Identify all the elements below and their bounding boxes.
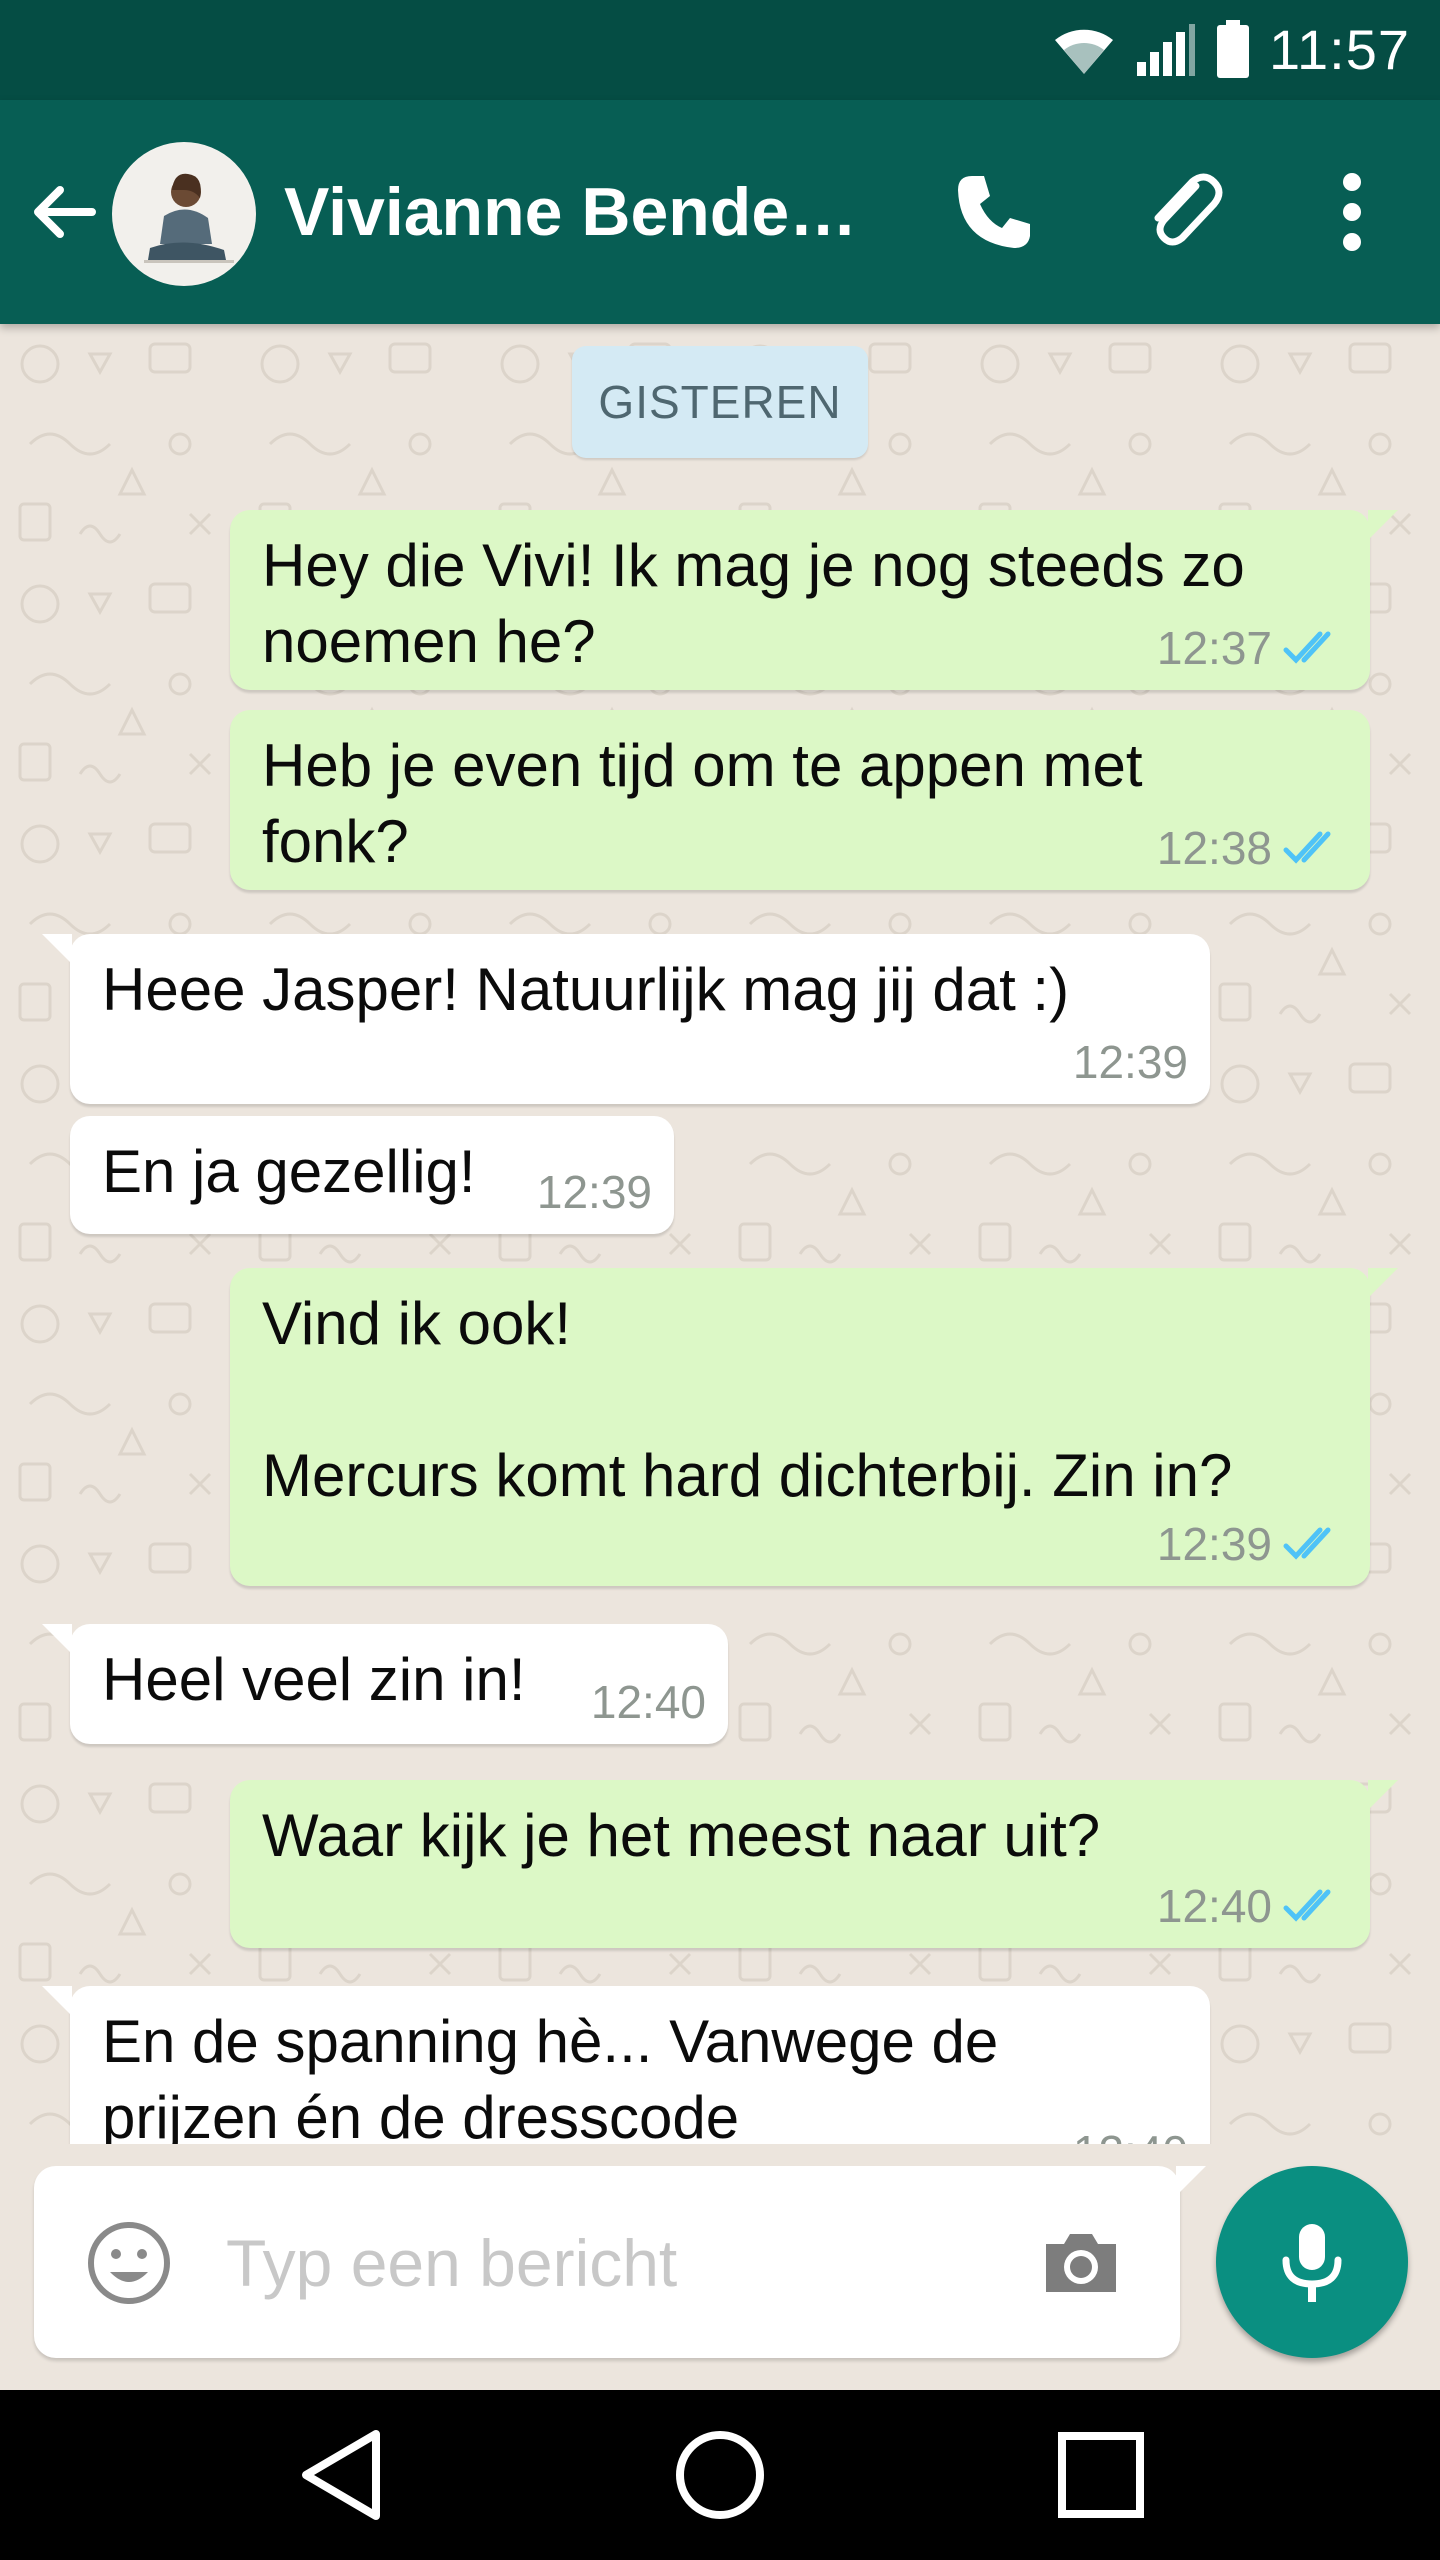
message-time: 12:38: [1156, 822, 1272, 874]
double-check-icon: [1283, 1527, 1331, 1560]
status-bar: 11:57: [0, 0, 1440, 100]
message-bubble-outgoing[interactable]: Waar kijk je het meest naar uit? 12:40: [230, 1780, 1398, 1948]
double-check-icon: [1283, 1889, 1331, 1922]
system-nav-bar: [0, 2390, 1440, 2560]
avatar[interactable]: [112, 142, 256, 286]
message-text: Vind ik ook! Mercurs komt hard dichterbi…: [262, 1290, 1233, 1509]
message-bubble-outgoing[interactable]: Hey die Vivi! Ik mag je nog steeds zo no…: [230, 510, 1398, 690]
message-time: 12:39: [1072, 1036, 1188, 1088]
camera-icon[interactable]: [1036, 2218, 1126, 2308]
battery-icon: [1217, 20, 1250, 78]
chat-header: Vivianne Bender...: [0, 100, 1440, 324]
message-bubble-incoming[interactable]: Heee Jasper! Natuurlijk mag jij dat :) 1…: [42, 934, 1210, 1104]
signal-icon: [1137, 24, 1196, 76]
message-bubble-incoming[interactable]: Heel veel zin in! 12:40: [42, 1624, 728, 1744]
message-input[interactable]: [224, 2212, 1008, 2314]
message-time: 12:37: [1156, 622, 1272, 674]
back-arrow-icon[interactable]: [24, 172, 104, 252]
home-circle-icon[interactable]: [665, 2420, 775, 2530]
message-text: Heee Jasper! Natuurlijk mag jij dat :): [102, 956, 1070, 1023]
message-time: 12:40: [1156, 1880, 1272, 1932]
contact-name[interactable]: Vivianne Bender...: [284, 170, 864, 254]
mic-button[interactable]: [1216, 2166, 1408, 2358]
composer-tail: [1176, 2166, 1206, 2196]
message-meta: 12:39: [537, 1164, 652, 1220]
message-composer: [34, 2166, 1206, 2358]
message-time: 12:39: [536, 1166, 652, 1218]
bubble-tail: [42, 1986, 72, 2016]
double-check-icon: [1283, 631, 1331, 664]
wifi-icon: [1055, 29, 1114, 75]
message-bubble-outgoing[interactable]: Heb je even tijd om te appen met fonk? 1…: [230, 710, 1370, 890]
chat-area[interactable]: GISTEREN Hey die Vivi! Ik mag je nog ste…: [0, 324, 1440, 2390]
phone-icon[interactable]: [942, 162, 1042, 262]
message-meta: 12:38: [1157, 820, 1344, 876]
double-check-icon: [1283, 831, 1331, 864]
back-triangle-icon[interactable]: [290, 2420, 400, 2530]
status-time: 11:57: [1269, 18, 1410, 81]
more-vert-icon[interactable]: [1302, 162, 1402, 262]
bubble-tail: [42, 1624, 72, 1654]
message-meta: 12:40: [1157, 1878, 1344, 1934]
status-icons: 11:57: [1051, 18, 1410, 82]
recents-square-icon[interactable]: [1046, 2420, 1156, 2530]
message-meta: 12:40: [591, 1674, 706, 1730]
message-text: En de spanning hè... Vanwege de prijzen …: [102, 2008, 999, 2151]
message-meta: 12:37: [1157, 620, 1344, 676]
bubble-tail: [1368, 1268, 1398, 1298]
paperclip-icon[interactable]: [1134, 162, 1234, 262]
mic-icon: [1282, 2224, 1342, 2302]
bubble-tail: [1368, 510, 1398, 540]
bubble-tail: [1368, 1780, 1398, 1810]
emoji-icon[interactable]: [86, 2220, 172, 2306]
message-time: 12:40: [590, 1676, 706, 1728]
date-divider: GISTEREN: [572, 346, 868, 458]
message-meta: 12:39: [1157, 1516, 1344, 1572]
message-time: 12:39: [1156, 1518, 1272, 1570]
avatar-image: [114, 144, 254, 284]
message-text: Waar kijk je het meest naar uit?: [262, 1802, 1101, 1869]
message-bubble-outgoing[interactable]: Vind ik ook! Mercurs komt hard dichterbi…: [230, 1268, 1398, 1586]
message-meta: 12:39: [1073, 1034, 1188, 1090]
bubble-tail: [42, 934, 72, 964]
message-bubble-incoming[interactable]: En ja gezellig! 12:39: [70, 1116, 674, 1234]
